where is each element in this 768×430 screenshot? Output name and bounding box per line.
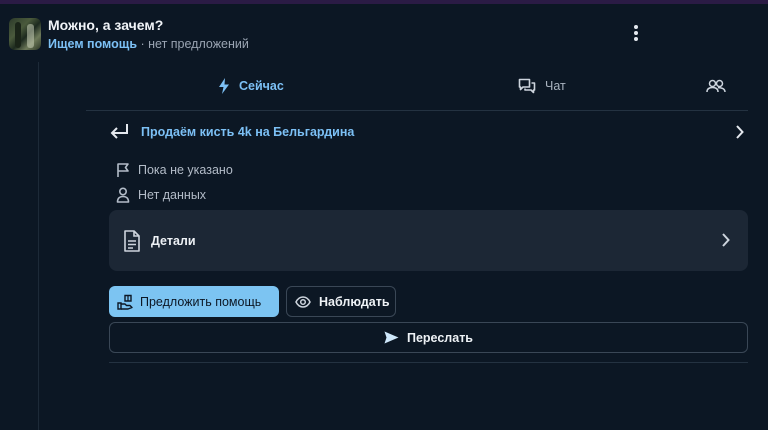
chevron-right-icon [736, 125, 744, 139]
linked-request-label: Продаём кисть 4k на Бельгардина [141, 125, 355, 139]
avatar[interactable] [9, 18, 41, 50]
location-row: Пока не указано [116, 161, 233, 179]
forward-button[interactable]: Переслать [109, 322, 748, 353]
person-value: Нет данных [138, 188, 207, 202]
eye-icon [295, 295, 311, 308]
details-label: Детали [151, 233, 196, 248]
section-divider [109, 362, 748, 363]
flag-icon [117, 163, 129, 177]
chevron-right-icon [722, 233, 730, 247]
person-icon [116, 187, 130, 203]
lightning-icon [219, 78, 229, 94]
status-label[interactable]: Ищем помощь [48, 37, 137, 51]
tab-chat-label: Чат [545, 79, 566, 93]
tab-chat[interactable]: Чат [518, 62, 566, 110]
person-row: Нет данных [116, 186, 206, 204]
details-card[interactable]: Детали [109, 210, 748, 271]
document-icon [124, 229, 140, 252]
return-arrow-icon [110, 124, 128, 139]
page-title: Можно, а зачем? [48, 17, 164, 33]
forward-label: Переслать [406, 330, 473, 345]
location-value: Пока не указано [138, 163, 233, 177]
watch-label: Наблюдать [319, 294, 390, 309]
tab-now-label: Сейчас [239, 79, 284, 93]
offer-help-button[interactable]: Предложить помощь [109, 286, 279, 317]
tab-now[interactable]: Сейчас [218, 62, 284, 110]
tab-bar: Сейчас Чат [86, 62, 748, 111]
chat-icon [518, 78, 536, 94]
more-vertical-icon [634, 25, 638, 41]
watch-button[interactable]: Наблюдать [286, 286, 396, 317]
tab-participants[interactable] [706, 62, 735, 110]
status-separator: · [137, 37, 149, 51]
header: Можно, а зачем? Ищем помощь · нет предло… [0, 4, 768, 62]
send-icon [384, 331, 399, 344]
app-root: Можно, а зачем? Ищем помощь · нет предло… [0, 0, 768, 430]
offers-count: нет предложений [148, 37, 249, 51]
people-icon [706, 79, 726, 93]
offer-help-label: Предложить помощь [140, 294, 262, 309]
helping-hand-icon [117, 294, 133, 310]
more-menu-button[interactable] [624, 20, 648, 46]
linked-request-row[interactable]: Продаём кисть 4k на Бельгардина [109, 119, 748, 145]
thread-rail [38, 62, 39, 430]
request-status: Ищем помощь · нет предложений [48, 37, 249, 51]
